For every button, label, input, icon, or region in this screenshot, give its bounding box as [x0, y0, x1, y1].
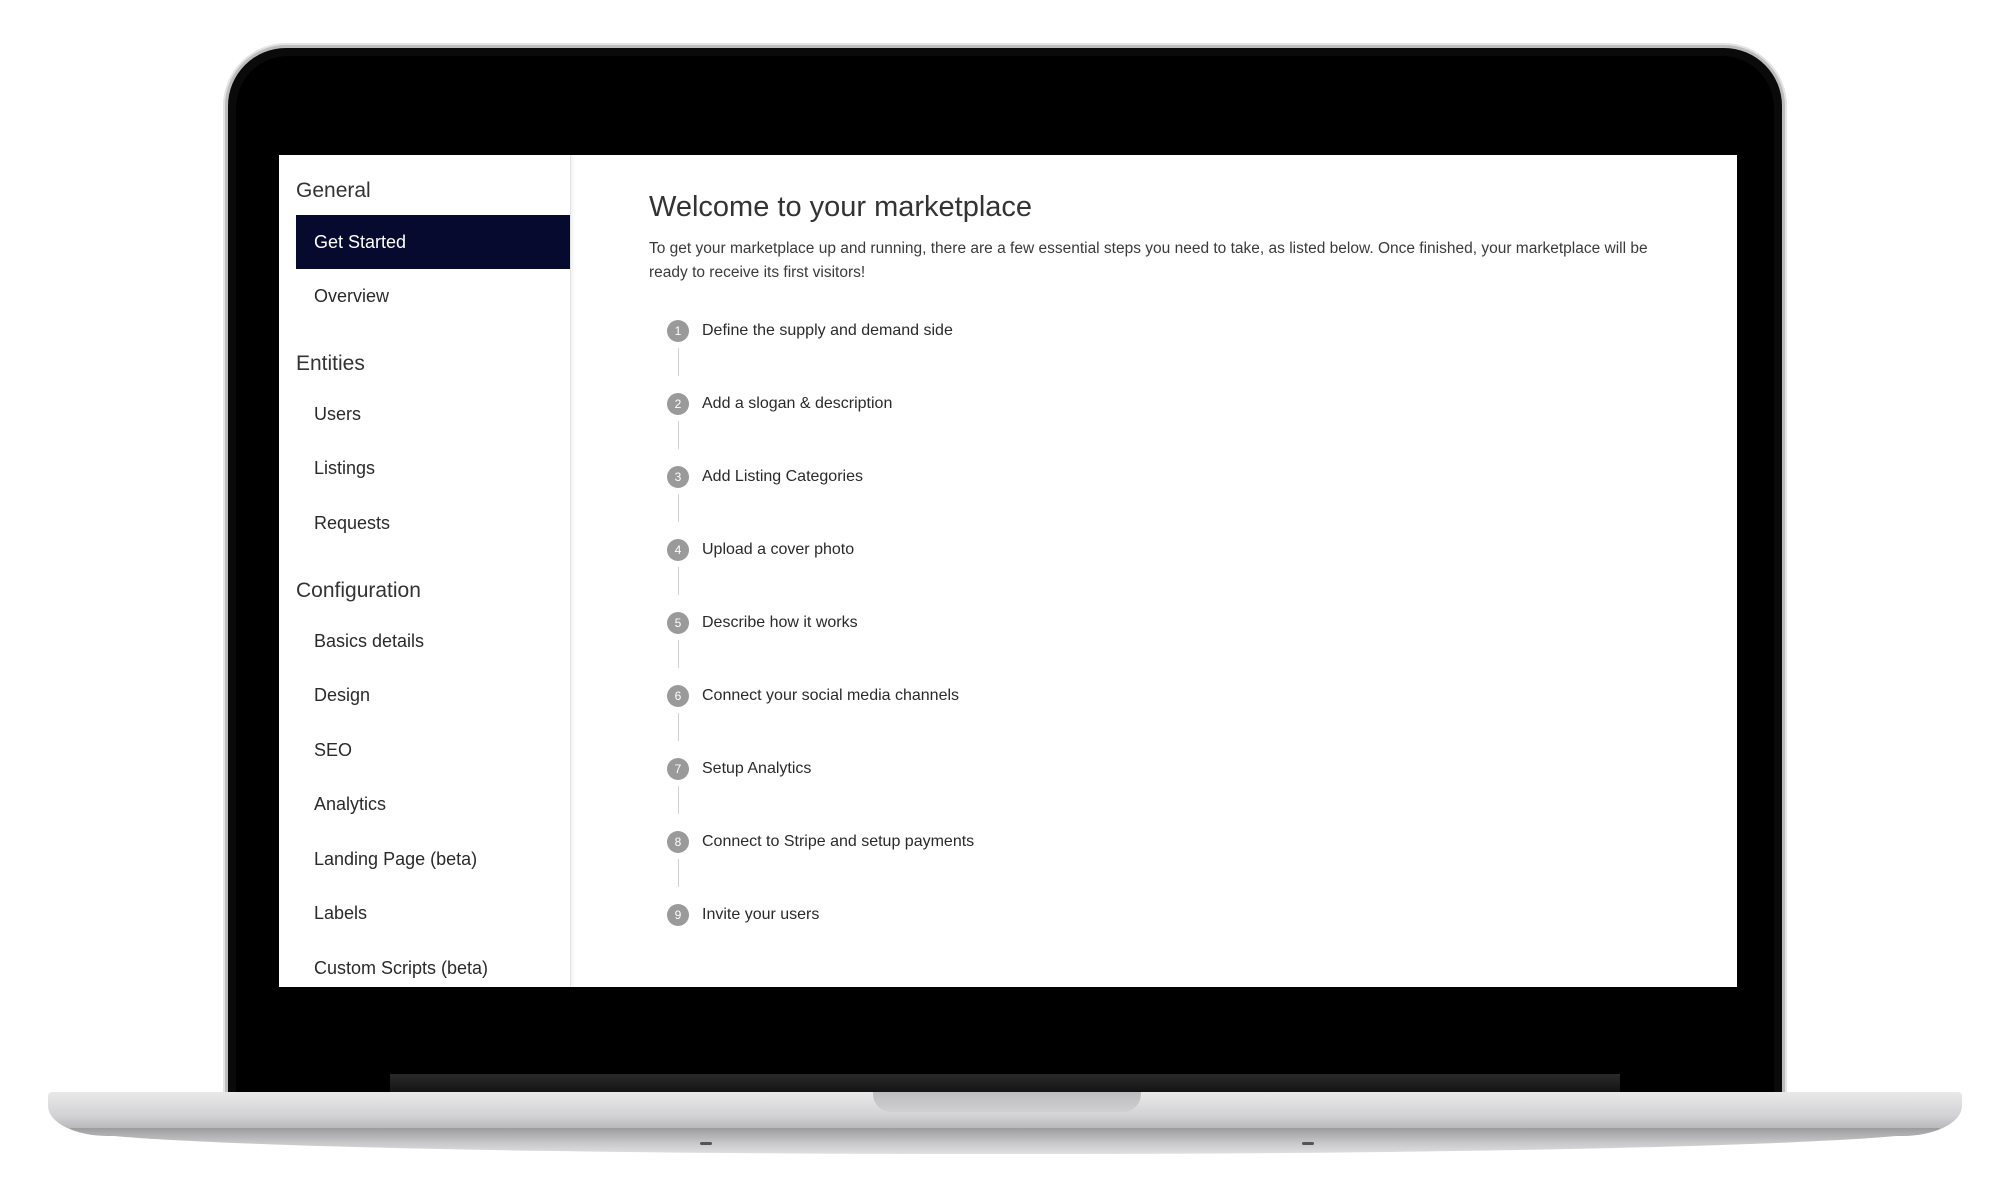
step-connector — [678, 640, 679, 668]
sidebar: General Get Started Overview Entities Us… — [279, 155, 571, 987]
step-label[interactable]: Define the supply and demand side — [702, 322, 953, 340]
step-number-badge: 2 — [667, 393, 689, 415]
laptop-base-bottom — [70, 1128, 1940, 1154]
section-title-configuration: Configuration — [296, 579, 421, 602]
intro-text: To get your marketplace up and running, … — [649, 240, 1648, 281]
step-connector — [678, 713, 679, 741]
page-title: Welcome to your marketplace — [649, 191, 1033, 223]
laptop-notch — [873, 1092, 1141, 1112]
step-label[interactable]: Connect to Stripe and setup payments — [702, 833, 974, 851]
step-number-badge: 1 — [667, 320, 689, 342]
sidebar-item-design[interactable]: Design — [296, 668, 570, 722]
step-item[interactable]: 2 Add a slogan & description — [667, 392, 892, 416]
step-item[interactable]: 3 Add Listing Categories — [667, 465, 863, 489]
step-connector — [678, 567, 679, 595]
step-item[interactable]: 8 Connect to Stripe and setup payments — [667, 830, 974, 854]
step-connector — [678, 421, 679, 449]
sidebar-item-analytics[interactable]: Analytics — [296, 777, 570, 831]
step-number-badge: 8 — [667, 831, 689, 853]
sidebar-item-users[interactable]: Users — [296, 387, 570, 441]
sidebar-item-labels[interactable]: Labels — [296, 886, 570, 940]
step-item[interactable]: 1 Define the supply and demand side — [667, 319, 953, 343]
step-number-badge: 6 — [667, 685, 689, 707]
step-item[interactable]: 4 Upload a cover photo — [667, 538, 854, 562]
step-connector — [678, 348, 679, 376]
step-label[interactable]: Connect your social media channels — [702, 687, 959, 705]
step-label[interactable]: Add a slogan & description — [702, 395, 892, 413]
step-item[interactable]: 7 Setup Analytics — [667, 757, 811, 781]
section-title-general: General — [296, 179, 371, 202]
step-label[interactable]: Upload a cover photo — [702, 541, 854, 559]
app-screen: General Get Started Overview Entities Us… — [279, 155, 1737, 987]
step-item[interactable]: 9 Invite your users — [667, 903, 819, 927]
step-connector — [678, 494, 679, 522]
main-content: Welcome to your marketplace To get your … — [649, 155, 1709, 987]
step-number-badge: 9 — [667, 904, 689, 926]
step-number-badge: 7 — [667, 758, 689, 780]
sidebar-item-listings[interactable]: Listings — [296, 441, 570, 495]
sidebar-item-landing-page[interactable]: Landing Page (beta) — [296, 832, 570, 886]
sidebar-item-requests[interactable]: Requests — [296, 496, 570, 550]
step-number-badge: 5 — [667, 612, 689, 634]
sidebar-item-basics-details[interactable]: Basics details — [296, 614, 570, 668]
step-label[interactable]: Setup Analytics — [702, 760, 811, 778]
step-number-badge: 3 — [667, 466, 689, 488]
step-label[interactable]: Describe how it works — [702, 614, 858, 632]
step-item[interactable]: 6 Connect your social media channels — [667, 684, 959, 708]
section-title-entities: Entities — [296, 352, 365, 375]
sidebar-item-custom-scripts[interactable]: Custom Scripts (beta) — [296, 941, 570, 987]
step-connector — [678, 859, 679, 887]
step-item[interactable]: 5 Describe how it works — [667, 611, 858, 635]
laptop-foot — [1302, 1142, 1314, 1145]
step-number-badge: 4 — [667, 539, 689, 561]
laptop-hinge — [390, 1074, 1620, 1094]
step-label[interactable]: Invite your users — [702, 906, 819, 924]
sidebar-item-overview[interactable]: Overview — [296, 269, 570, 323]
step-label[interactable]: Add Listing Categories — [702, 468, 863, 486]
sidebar-item-get-started[interactable]: Get Started — [296, 215, 570, 269]
step-connector — [678, 786, 679, 814]
sidebar-item-seo[interactable]: SEO — [296, 723, 570, 777]
laptop-foot — [700, 1142, 712, 1145]
